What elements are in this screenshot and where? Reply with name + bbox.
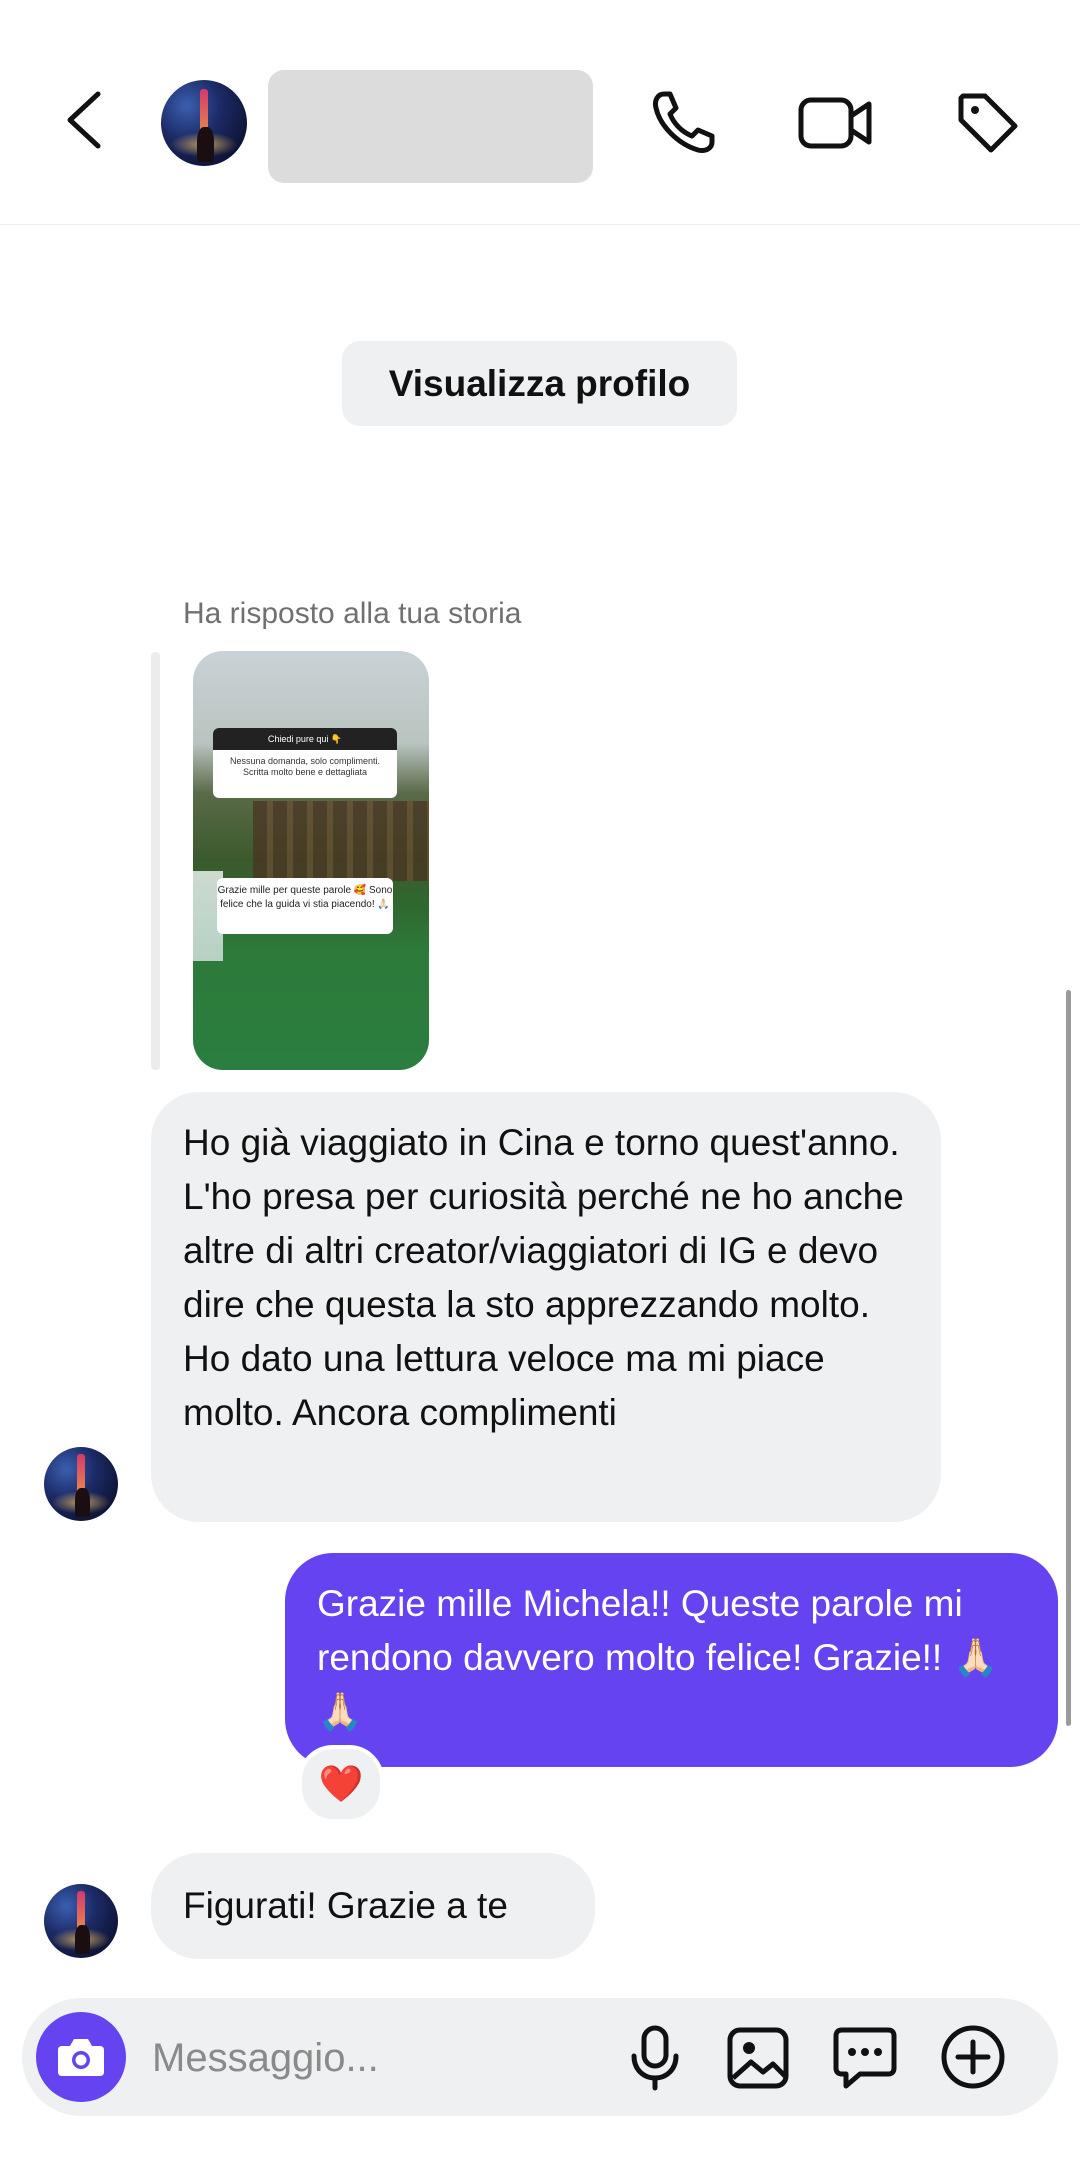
sticker-chat-icon[interactable] [832,2022,898,2092]
message-text: Ho già viaggiato in Cina e torno quest'a… [183,1122,904,1433]
view-profile-button[interactable]: Visualizza profilo [342,341,737,426]
story-reply-sticker: Grazie mille per queste parole 🥰 Sono fe… [217,878,393,934]
reaction-heart[interactable]: ❤️ [298,1745,384,1823]
story-houses [253,801,429,881]
contact-name-redacted[interactable] [268,70,593,183]
camera-icon [58,2039,104,2076]
message-text: Grazie mille Michela!! Queste parole mi … [317,1583,999,1732]
heart-icon: ❤️ [318,1763,364,1804]
outgoing-message-bubble[interactable]: Grazie mille Michela!! Queste parole mi … [285,1553,1058,1767]
add-circle-icon[interactable] [938,2022,1008,2092]
sender-avatar[interactable] [44,1447,118,1521]
microphone-icon[interactable] [622,2022,688,2092]
contact-avatar[interactable] [161,80,247,166]
story-thumbnail[interactable]: Chiedi pure qui 👇 Nessuna domanda, solo … [193,651,429,1070]
video-camera-icon[interactable] [795,88,875,158]
camera-button[interactable] [36,2012,126,2102]
back-arrow-icon[interactable] [60,90,110,150]
story-question-text: Chiedi pure qui 👇 [213,728,397,750]
story-answer-text: Nessuna domanda, solo complimenti. Scrit… [229,756,381,777]
scrollbar[interactable] [1066,990,1071,1726]
message-input[interactable] [150,2025,594,2091]
tag-icon[interactable] [953,88,1023,158]
incoming-message-bubble[interactable]: Figurati! Grazie a te [151,1853,595,1959]
message-text: Figurati! Grazie a te [183,1885,508,1926]
story-question-sticker: Chiedi pure qui 👇 Nessuna domanda, solo … [213,728,397,798]
incoming-message-bubble[interactable]: Ho già viaggiato in Cina e torno quest'a… [151,1092,941,1522]
phone-icon[interactable] [648,88,718,158]
sender-avatar[interactable] [44,1884,118,1958]
image-icon[interactable] [725,2022,791,2092]
story-reply-bar [151,652,160,1070]
story-reply-label: Ha risposto alla tua storia [183,597,522,630]
chat-header [0,0,1080,225]
